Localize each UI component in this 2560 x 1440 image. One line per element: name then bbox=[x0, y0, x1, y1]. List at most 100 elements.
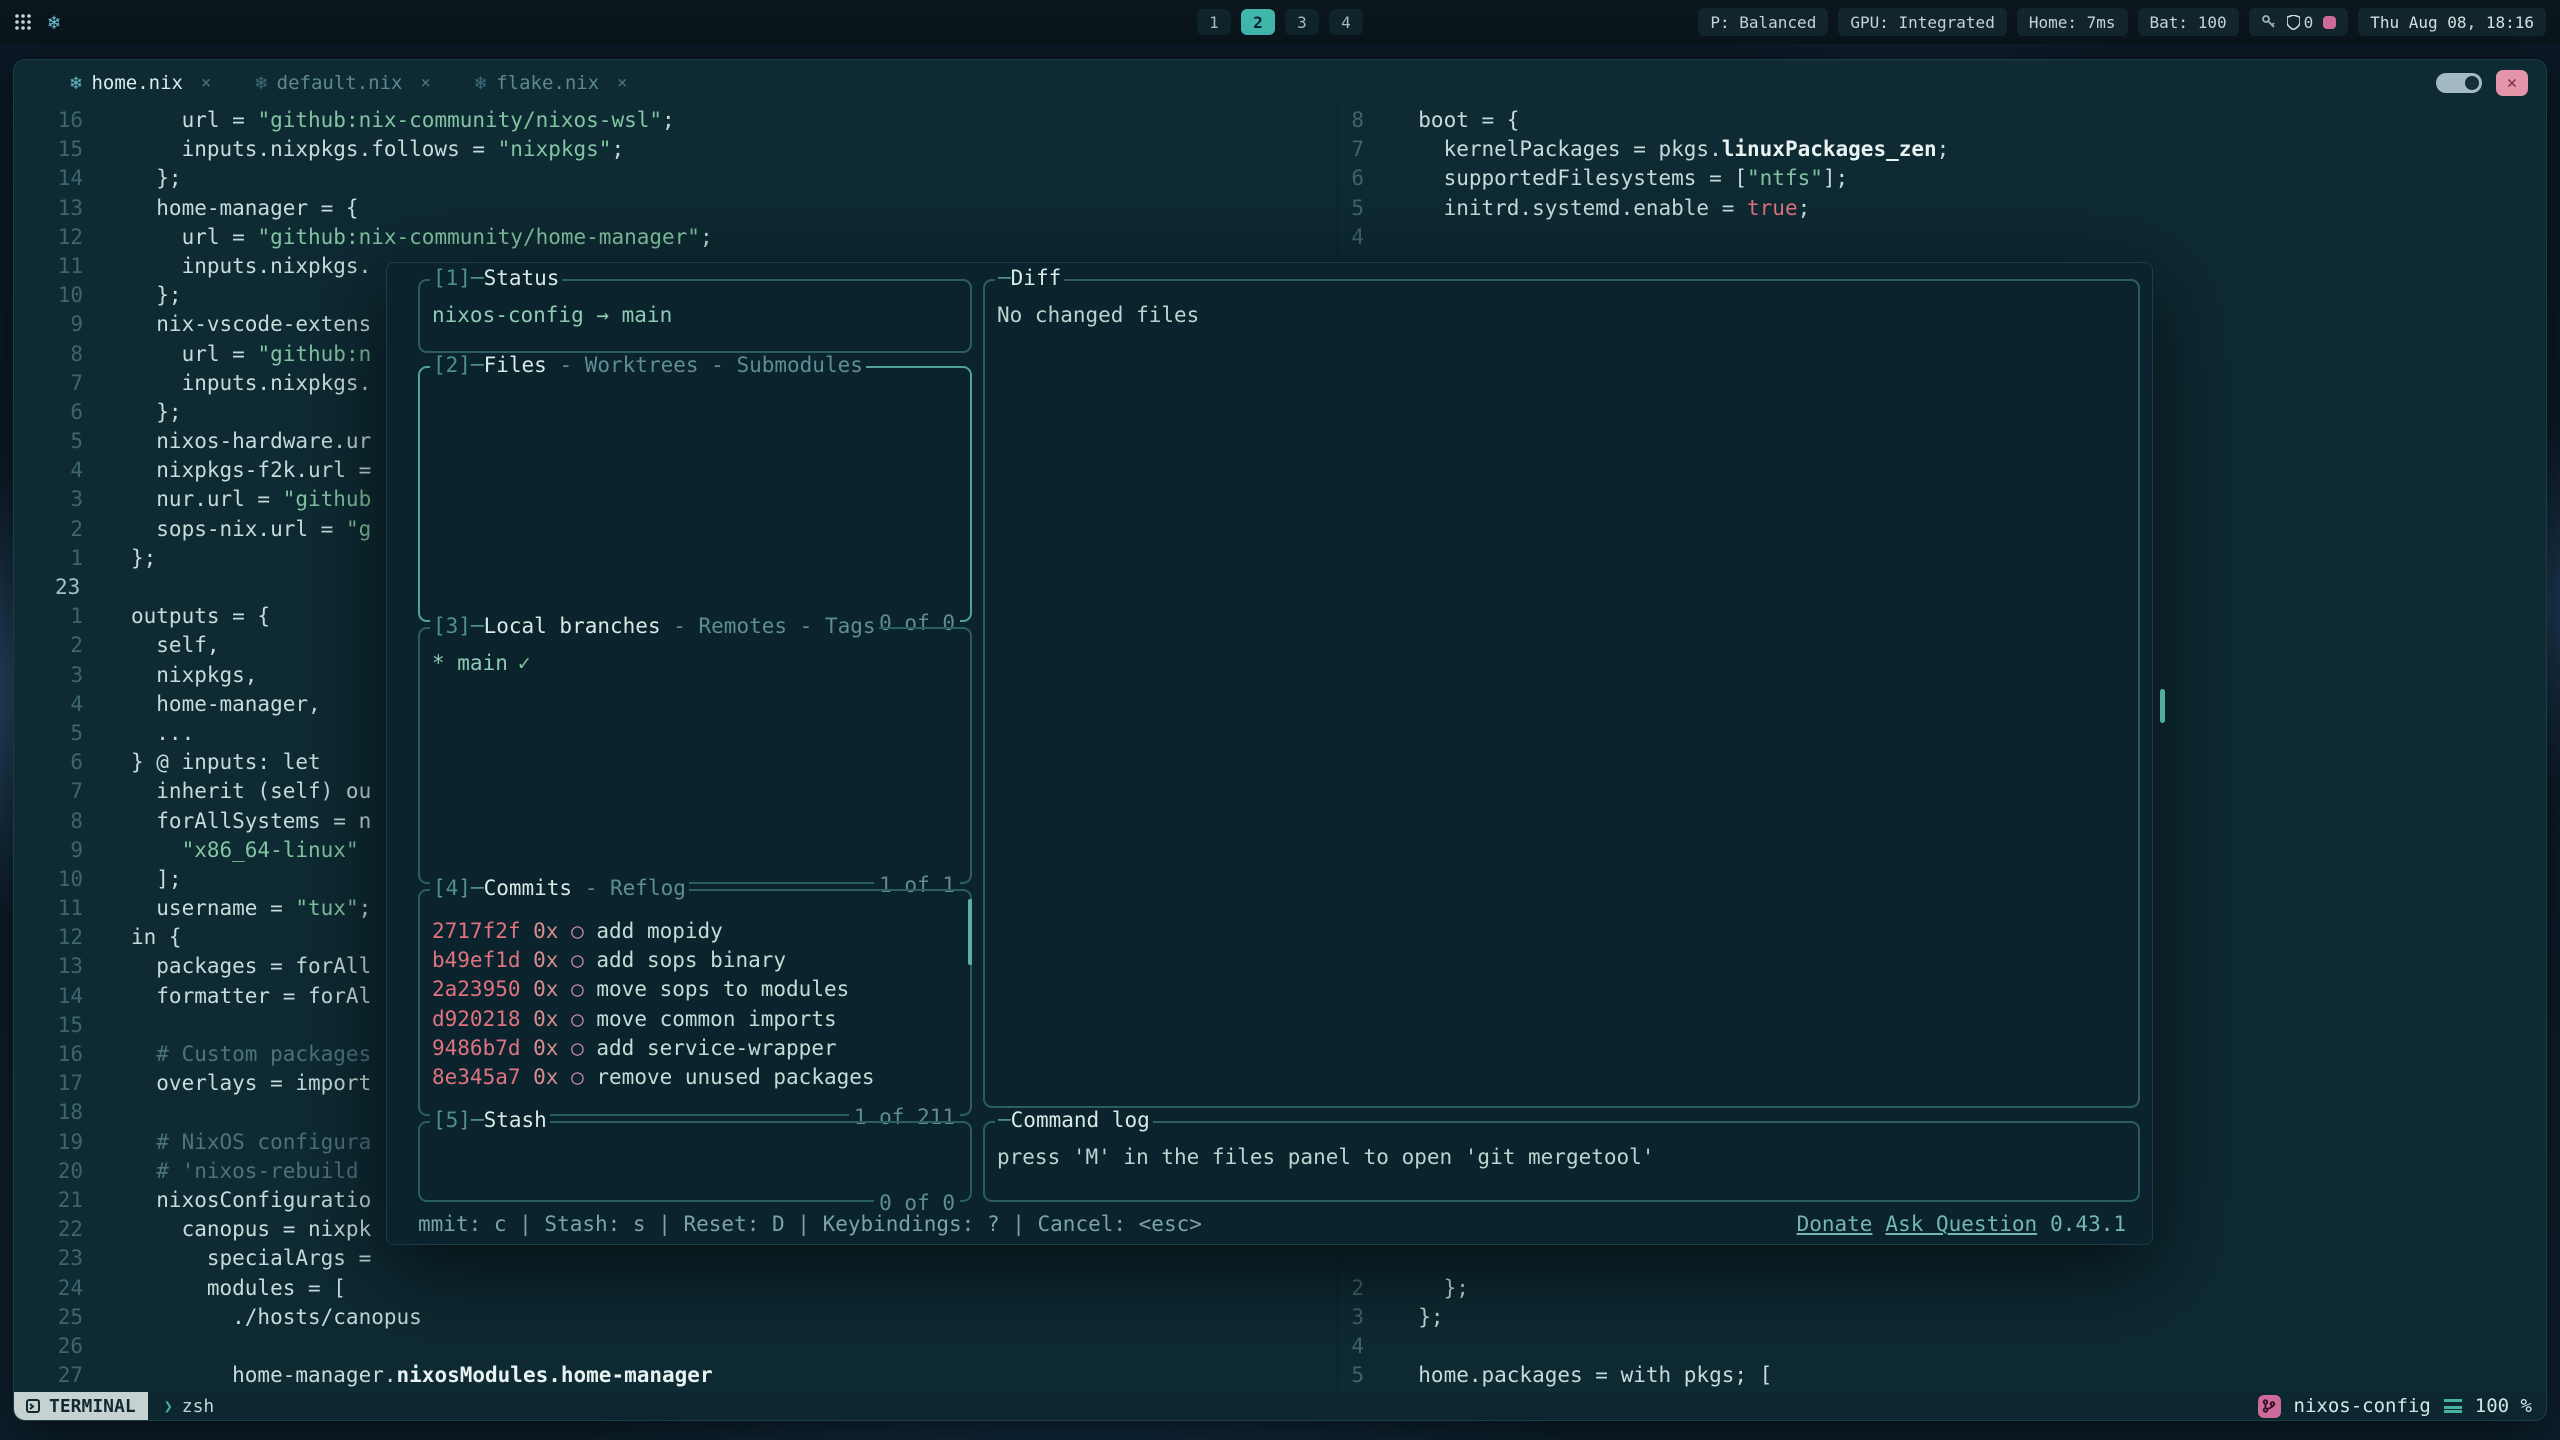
tab-close-icon[interactable]: × bbox=[617, 73, 627, 93]
topbar-left: ❄ bbox=[14, 10, 60, 34]
tab-close-icon[interactable]: × bbox=[201, 73, 211, 93]
panel-commits[interactable]: [4]─Commits - Reflog 2717f2f 0x ○ add mo… bbox=[418, 889, 972, 1116]
shell-tab[interactable]: ❯ zsh bbox=[148, 1392, 231, 1420]
code-text: specialArgs = bbox=[97, 1244, 371, 1273]
panel-status[interactable]: [1]─Status nixos-config → main bbox=[418, 279, 972, 353]
commit-node-icon: ○ bbox=[558, 1036, 583, 1060]
shield-icon[interactable]: 0 bbox=[2287, 13, 2314, 32]
close-window-button[interactable]: ✕ bbox=[2496, 70, 2528, 96]
pin-toggle[interactable] bbox=[2436, 73, 2482, 93]
tab-home.nix[interactable]: ❄home.nix× bbox=[70, 72, 211, 94]
code-text: ]; bbox=[97, 865, 182, 894]
code-text: kernelPackages = pkgs.linuxPackages_zen; bbox=[1372, 135, 1949, 164]
commit-row[interactable]: 8e345a7 0x ○ remove unused packages bbox=[432, 1063, 958, 1092]
code-text: nur.url = "github bbox=[97, 485, 371, 514]
line-number: 13 bbox=[27, 952, 97, 981]
tab-default.nix[interactable]: ❄default.nix× bbox=[255, 72, 431, 94]
code-text: nixosConfiguratio bbox=[97, 1186, 371, 1215]
tab-label: home.nix bbox=[91, 72, 183, 94]
code-text: initrd.systemd.enable = true; bbox=[1372, 194, 1810, 223]
code-line: 4 bbox=[1338, 1332, 2546, 1361]
code-line: 23 specialArgs = bbox=[14, 1244, 1337, 1273]
commit-row[interactable]: b49ef1d 0x ○ add sops binary bbox=[432, 946, 958, 975]
commit-node-icon: ○ bbox=[558, 1065, 583, 1089]
line-number: 8 bbox=[27, 340, 97, 369]
clock[interactable]: Thu Aug 08, 18:16 bbox=[2358, 8, 2546, 36]
commit-row[interactable]: 2a23950 0x ○ move sops to modules bbox=[432, 975, 958, 1004]
panel-stash[interactable]: [5]─Stash 0 of 0 bbox=[418, 1121, 972, 1202]
code-text: }; bbox=[1372, 1274, 1469, 1303]
nix-logo-icon[interactable]: ❄ bbox=[48, 10, 60, 34]
workspace-1[interactable]: 1 bbox=[1197, 9, 1231, 35]
branch-item[interactable]: * main bbox=[432, 651, 508, 675]
panel-diff[interactable]: ─Diff No changed files bbox=[983, 279, 2140, 1108]
repo-name[interactable]: nixos-config bbox=[2294, 1395, 2431, 1417]
code-line: 15 inputs.nixpkgs.follows = "nixpkgs"; bbox=[14, 135, 1337, 164]
panel-diff-title: ─Diff bbox=[995, 266, 1064, 290]
line-number: 5 bbox=[27, 427, 97, 456]
line-number: 3 bbox=[27, 661, 97, 690]
commit-row[interactable]: d920218 0x ○ move common imports bbox=[432, 1005, 958, 1034]
code-line: 25 ./hosts/canopus bbox=[14, 1303, 1337, 1332]
code-line: 6 supportedFilesystems = ["ntfs"]; bbox=[1338, 164, 2546, 193]
code-text bbox=[1372, 223, 1393, 252]
diff-content: No changed files bbox=[997, 303, 1199, 327]
code-text: inherit (self) ou bbox=[97, 777, 371, 806]
line-number: 3 bbox=[27, 485, 97, 514]
bar-module[interactable]: GPU: Integrated bbox=[1838, 8, 2007, 36]
panel-branches[interactable]: [3]─Local branches - Remotes - Tags * ma… bbox=[418, 627, 972, 884]
panel-stash-title: [5]─Stash bbox=[430, 1108, 550, 1132]
panel-command-log[interactable]: ─Command log press 'M' in the files pane… bbox=[983, 1121, 2140, 1202]
donate-link[interactable]: Donate bbox=[1797, 1212, 1873, 1236]
line-number: 6 bbox=[27, 748, 97, 777]
bar-module[interactable]: P: Balanced bbox=[1698, 8, 1828, 36]
code-text: outputs = { bbox=[97, 602, 270, 631]
tab-label: flake.nix bbox=[496, 72, 599, 94]
key-icon[interactable] bbox=[2261, 14, 2277, 30]
code-text: canopus = nixpk bbox=[97, 1215, 371, 1244]
line-number: 12 bbox=[27, 923, 97, 952]
panel-branches-title: [3]─Local branches - Remotes - Tags bbox=[430, 614, 879, 638]
code-text: }; bbox=[1372, 1303, 1444, 1332]
code-text: inputs.nixpkgs. bbox=[97, 252, 371, 281]
panel-files[interactable]: [2]─Files - Worktrees - Submodules 0 of … bbox=[418, 366, 972, 622]
tab-label: default.nix bbox=[277, 72, 403, 94]
bar-module[interactable]: Home: 7ms bbox=[2017, 8, 2128, 36]
line-number: 7 bbox=[27, 369, 97, 398]
color-swatch-icon[interactable] bbox=[2323, 16, 2336, 29]
mode-label: TERMINAL bbox=[49, 1396, 136, 1417]
panel-files-title: [2]─Files - Worktrees - Submodules bbox=[430, 353, 866, 377]
code-text: url = "github:nix-community/home-manager… bbox=[97, 223, 713, 252]
line-number: 23 bbox=[27, 573, 97, 602]
tab-close-icon[interactable]: × bbox=[421, 73, 431, 93]
commit-row[interactable]: 9486b7d 0x ○ add service-wrapper bbox=[432, 1034, 958, 1063]
code-line: 12 url = "github:nix-community/home-mana… bbox=[14, 223, 1337, 252]
system-tray[interactable]: 0 bbox=[2249, 8, 2349, 36]
code-text: nix-vscode-extens bbox=[97, 310, 371, 339]
workspace-4[interactable]: 4 bbox=[1329, 9, 1363, 35]
line-number: 6 bbox=[27, 398, 97, 427]
apps-grid-icon[interactable] bbox=[14, 13, 32, 31]
code-text: home-manager, bbox=[97, 690, 321, 719]
topbar-right: P: Balanced GPU: Integrated Home: 7ms Bat: … bbox=[1698, 8, 2546, 36]
bar-module[interactable]: Bat: 100 bbox=[2138, 8, 2239, 36]
code-text: }; bbox=[97, 544, 156, 573]
commits-scrollbar-thumb[interactable] bbox=[968, 899, 972, 965]
line-number: 13 bbox=[27, 194, 97, 223]
commit-row[interactable]: 2717f2f 0x ○ add mopidy bbox=[432, 917, 958, 946]
code-line: 5 home.packages = with pkgs; [ bbox=[1338, 1361, 2546, 1390]
workspace-2[interactable]: 2 bbox=[1241, 9, 1275, 35]
code-text: }; bbox=[97, 398, 182, 427]
line-number: 7 bbox=[27, 777, 97, 806]
code-text: "x86_64-linux" bbox=[97, 836, 359, 865]
code-text: inputs.nixpkgs.follows = "nixpkgs"; bbox=[97, 135, 624, 164]
ask-question-link[interactable]: Ask Question bbox=[1885, 1212, 2037, 1236]
tab-flake.nix[interactable]: ❄ flake.nix × bbox=[475, 72, 628, 94]
workspace-3[interactable]: 3 bbox=[1285, 9, 1319, 35]
nix-file-icon: ❄ bbox=[475, 72, 486, 94]
line-number: 20 bbox=[27, 1157, 97, 1186]
version-label: 0.43.1 bbox=[2050, 1212, 2126, 1236]
line-number: 10 bbox=[27, 865, 97, 894]
pane-scrollbar-thumb[interactable] bbox=[2160, 689, 2165, 723]
code-line: 16 url = "github:nix-community/nixos-wsl… bbox=[14, 106, 1337, 135]
